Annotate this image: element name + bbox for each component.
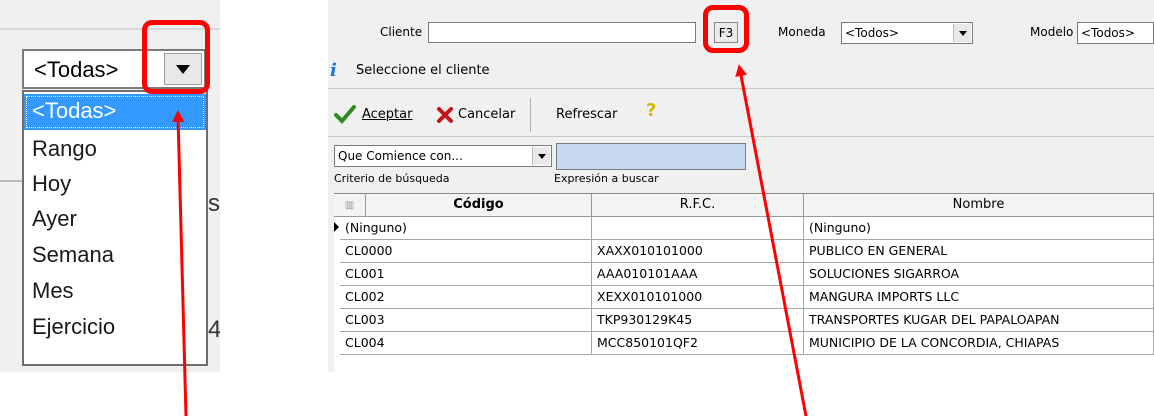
cell-codigo[interactable]: CL004 xyxy=(340,332,592,355)
period-option-ayer[interactable]: Ayer xyxy=(24,202,206,238)
grid-icon: ▥ xyxy=(344,200,355,211)
moneda-select[interactable]: <Todos> xyxy=(841,22,973,44)
cell-nombre[interactable]: PUBLICO EN GENERAL xyxy=(804,240,1154,263)
client-selection-form: Cliente F3 Moneda <Todos> Modelo <Todos>… xyxy=(328,0,1154,372)
chevron-down-icon xyxy=(959,31,967,36)
divider xyxy=(328,88,1154,89)
criterio-value: Que Comience con... xyxy=(338,149,463,163)
divider xyxy=(0,180,22,182)
cancelar-button[interactable]: Cancelar xyxy=(436,104,526,126)
cell-rfc[interactable]: XEXX010101000 xyxy=(592,286,804,309)
cell-rfc[interactable] xyxy=(592,217,804,240)
cancelar-label: Cancelar xyxy=(458,107,516,122)
period-options-list[interactable]: <Todas> Rango Hoy Ayer Semana Mes Ejerci… xyxy=(22,90,208,366)
cliente-label: Cliente xyxy=(380,25,423,39)
cell-codigo[interactable]: CL003 xyxy=(340,309,592,332)
period-filter-value: <Todas> xyxy=(34,57,119,82)
cell-nombre[interactable]: TRANSPORTES KUGAR DEL PAPALOAPAN xyxy=(804,309,1154,332)
dropdown-toggle[interactable] xyxy=(532,147,550,165)
divider xyxy=(328,136,1154,137)
criterio-select[interactable]: Que Comience con... xyxy=(334,145,552,167)
help-icon[interactable]: ? xyxy=(646,100,656,121)
checkmark-icon xyxy=(334,105,356,124)
cell-rfc[interactable]: TKP930129K45 xyxy=(592,309,804,332)
period-option-ejercicio[interactable]: Ejercicio xyxy=(24,310,206,346)
modelo-label: Modelo xyxy=(1030,25,1074,39)
period-option-todas[interactable]: <Todas> xyxy=(24,94,206,130)
criterio-caption: Criterio de búsqueda xyxy=(334,172,450,185)
cell-rfc[interactable]: XAXX010101000 xyxy=(592,240,804,263)
period-option-mes[interactable]: Mes xyxy=(24,274,206,310)
row-selector-header: ▥ xyxy=(334,194,366,217)
cell-nombre[interactable]: MUNICIPIO DE LA CONCORDIA, CHIAPAS xyxy=(804,332,1154,355)
moneda-value: <Todos> xyxy=(845,26,899,40)
filter-dropdown-zoom: <Todas> <Todas> Rango Hoy Ayer Semana Me… xyxy=(0,0,220,372)
cell-codigo[interactable]: CL001 xyxy=(340,263,592,286)
cell-rfc[interactable]: MCC850101QF2 xyxy=(592,332,804,355)
chevron-down-icon xyxy=(538,154,546,159)
clients-table[interactable]: ▥ Código R.F.C. Nombre (Ninguno) (Ningun… xyxy=(334,193,1154,372)
period-option-hoy[interactable]: Hoy xyxy=(24,167,206,203)
cell-nombre[interactable]: SOLUCIONES SIGARROA xyxy=(804,263,1154,286)
highlight-box xyxy=(703,5,749,53)
cell-codigo[interactable]: (Ninguno) xyxy=(340,217,592,240)
current-row-icon xyxy=(334,222,339,232)
divider xyxy=(530,98,531,132)
column-header-codigo[interactable]: Código xyxy=(366,194,592,217)
cell-codigo[interactable]: CL002 xyxy=(340,286,592,309)
modelo-select[interactable]: <Todos> xyxy=(1077,22,1154,44)
moneda-label: Moneda xyxy=(778,25,826,39)
expresion-caption: Expresión a buscar xyxy=(554,172,659,185)
cell-nombre[interactable]: MANGURA IMPORTS LLC xyxy=(804,286,1154,309)
refrescar-button[interactable]: Refrescar xyxy=(556,107,617,122)
highlight-box xyxy=(142,20,210,94)
cell-codigo[interactable]: CL0000 xyxy=(340,240,592,263)
expresion-input[interactable] xyxy=(556,143,746,170)
aceptar-label: Aceptar xyxy=(362,107,413,122)
info-message: Seleccione el cliente xyxy=(356,63,490,78)
column-header-nombre[interactable]: Nombre xyxy=(804,194,1154,217)
background-text-fragment: 4 xyxy=(208,316,220,343)
background-text-fragment: s xyxy=(208,190,220,217)
info-icon: i xyxy=(330,60,337,81)
column-header-rfc[interactable]: R.F.C. xyxy=(592,194,804,217)
period-option-semana[interactable]: Semana xyxy=(24,238,206,274)
dropdown-toggle[interactable] xyxy=(953,24,971,42)
cell-nombre[interactable]: (Ninguno) xyxy=(804,217,1154,240)
period-option-rango[interactable]: Rango xyxy=(24,132,206,168)
cell-rfc[interactable]: AAA010101AAA xyxy=(592,263,804,286)
close-icon xyxy=(437,107,453,123)
cliente-input[interactable] xyxy=(428,22,696,43)
aceptar-button[interactable]: Aceptar xyxy=(334,104,434,126)
modelo-value: <Todos> xyxy=(1081,26,1135,40)
